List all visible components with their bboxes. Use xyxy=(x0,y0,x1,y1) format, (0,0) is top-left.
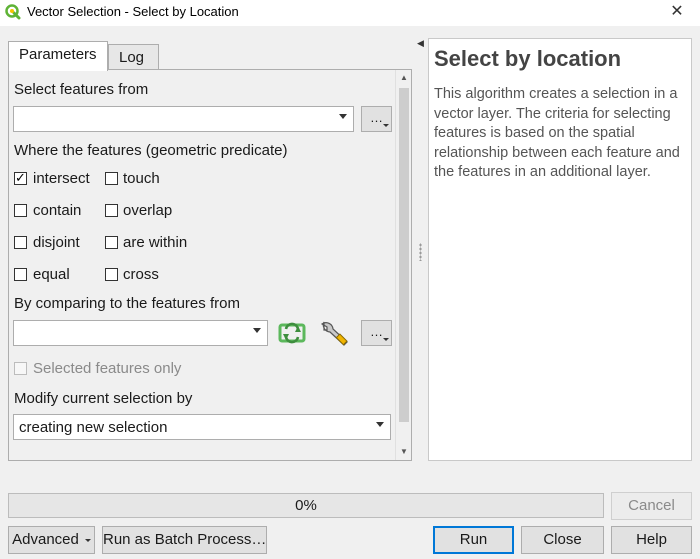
cancel-button[interactable]: Cancel xyxy=(611,492,692,520)
touch-label: touch xyxy=(123,170,160,187)
batch-process-button[interactable]: Run as Batch Process… xyxy=(102,526,267,554)
are-within-checkbox[interactable] xyxy=(105,236,118,249)
progress-text: 0% xyxy=(295,497,317,514)
title-bar: Vector Selection - Select by Location ✕ xyxy=(0,0,700,26)
equal-checkbox[interactable] xyxy=(14,268,27,281)
chevron-down-icon xyxy=(339,114,347,119)
advanced-button[interactable]: Advanced xyxy=(8,526,95,554)
chevron-down-icon xyxy=(84,538,91,542)
select-from-combo[interactable] xyxy=(13,106,354,132)
select-from-browse-button[interactable]: … xyxy=(361,106,392,132)
scroll-up-icon[interactable]: ▲ xyxy=(396,70,412,86)
select-from-label: Select features from xyxy=(14,81,149,98)
intersect-checkbox[interactable] xyxy=(14,170,27,186)
progress-bar: 0% xyxy=(8,493,604,518)
window-title: Vector Selection - Select by Location xyxy=(27,4,239,19)
wrench-icon[interactable] xyxy=(318,318,350,348)
run-button[interactable]: Run xyxy=(433,526,514,554)
compare-label: By comparing to the features from xyxy=(14,295,240,312)
intersect-label: intersect xyxy=(33,170,90,187)
params-scrollbar[interactable]: ▲ ▼ xyxy=(395,70,411,460)
modify-label: Modify current selection by xyxy=(14,390,193,407)
overlap-checkbox[interactable] xyxy=(105,204,118,217)
compare-browse-button[interactable]: … xyxy=(361,320,392,346)
disjoint-label: disjoint xyxy=(33,234,80,251)
cross-checkbox[interactable] xyxy=(105,268,118,281)
scroll-down-icon[interactable]: ▼ xyxy=(396,444,412,460)
contain-checkbox[interactable] xyxy=(14,204,27,217)
help-title: Select by location xyxy=(434,46,622,71)
scroll-thumb[interactable] xyxy=(399,88,409,422)
help-button[interactable]: Help xyxy=(611,526,692,554)
cross-label: cross xyxy=(123,266,159,283)
predicate-label: Where the features (geometric predicate) xyxy=(14,142,288,159)
modify-selection-value: creating new selection xyxy=(19,419,168,436)
refresh-icon[interactable] xyxy=(278,320,306,346)
close-button[interactable]: Close xyxy=(521,526,604,554)
help-panel: Select by location This algorithm create… xyxy=(428,38,692,461)
advanced-label: Advanced xyxy=(12,531,79,548)
selected-only-checkbox[interactable] xyxy=(14,362,27,375)
help-body: This algorithm creates a selection in a … xyxy=(434,86,680,181)
are-within-label: are within xyxy=(123,234,188,251)
contain-label: contain xyxy=(33,202,82,219)
tab-log[interactable]: Log xyxy=(108,44,159,70)
compare-layer-combo[interactable] xyxy=(13,320,268,346)
chevron-down-icon xyxy=(253,328,261,333)
collapse-help-icon[interactable]: ◀ xyxy=(417,38,424,48)
splitter-grip[interactable] xyxy=(419,243,422,261)
touch-checkbox[interactable] xyxy=(105,172,118,185)
selected-only-label: Selected features only xyxy=(33,360,182,377)
qgis-icon xyxy=(5,4,21,20)
equal-label: equal xyxy=(33,266,70,283)
tab-parameters[interactable]: Parameters xyxy=(8,41,108,71)
close-window-icon[interactable]: ✕ xyxy=(662,2,692,22)
chevron-down-icon xyxy=(376,422,384,427)
disjoint-checkbox[interactable] xyxy=(14,236,27,249)
overlap-label: overlap xyxy=(123,202,173,219)
parameters-panel: Select features from … Where the feature… xyxy=(8,69,412,461)
modify-selection-combo[interactable]: creating new selection xyxy=(13,414,391,440)
